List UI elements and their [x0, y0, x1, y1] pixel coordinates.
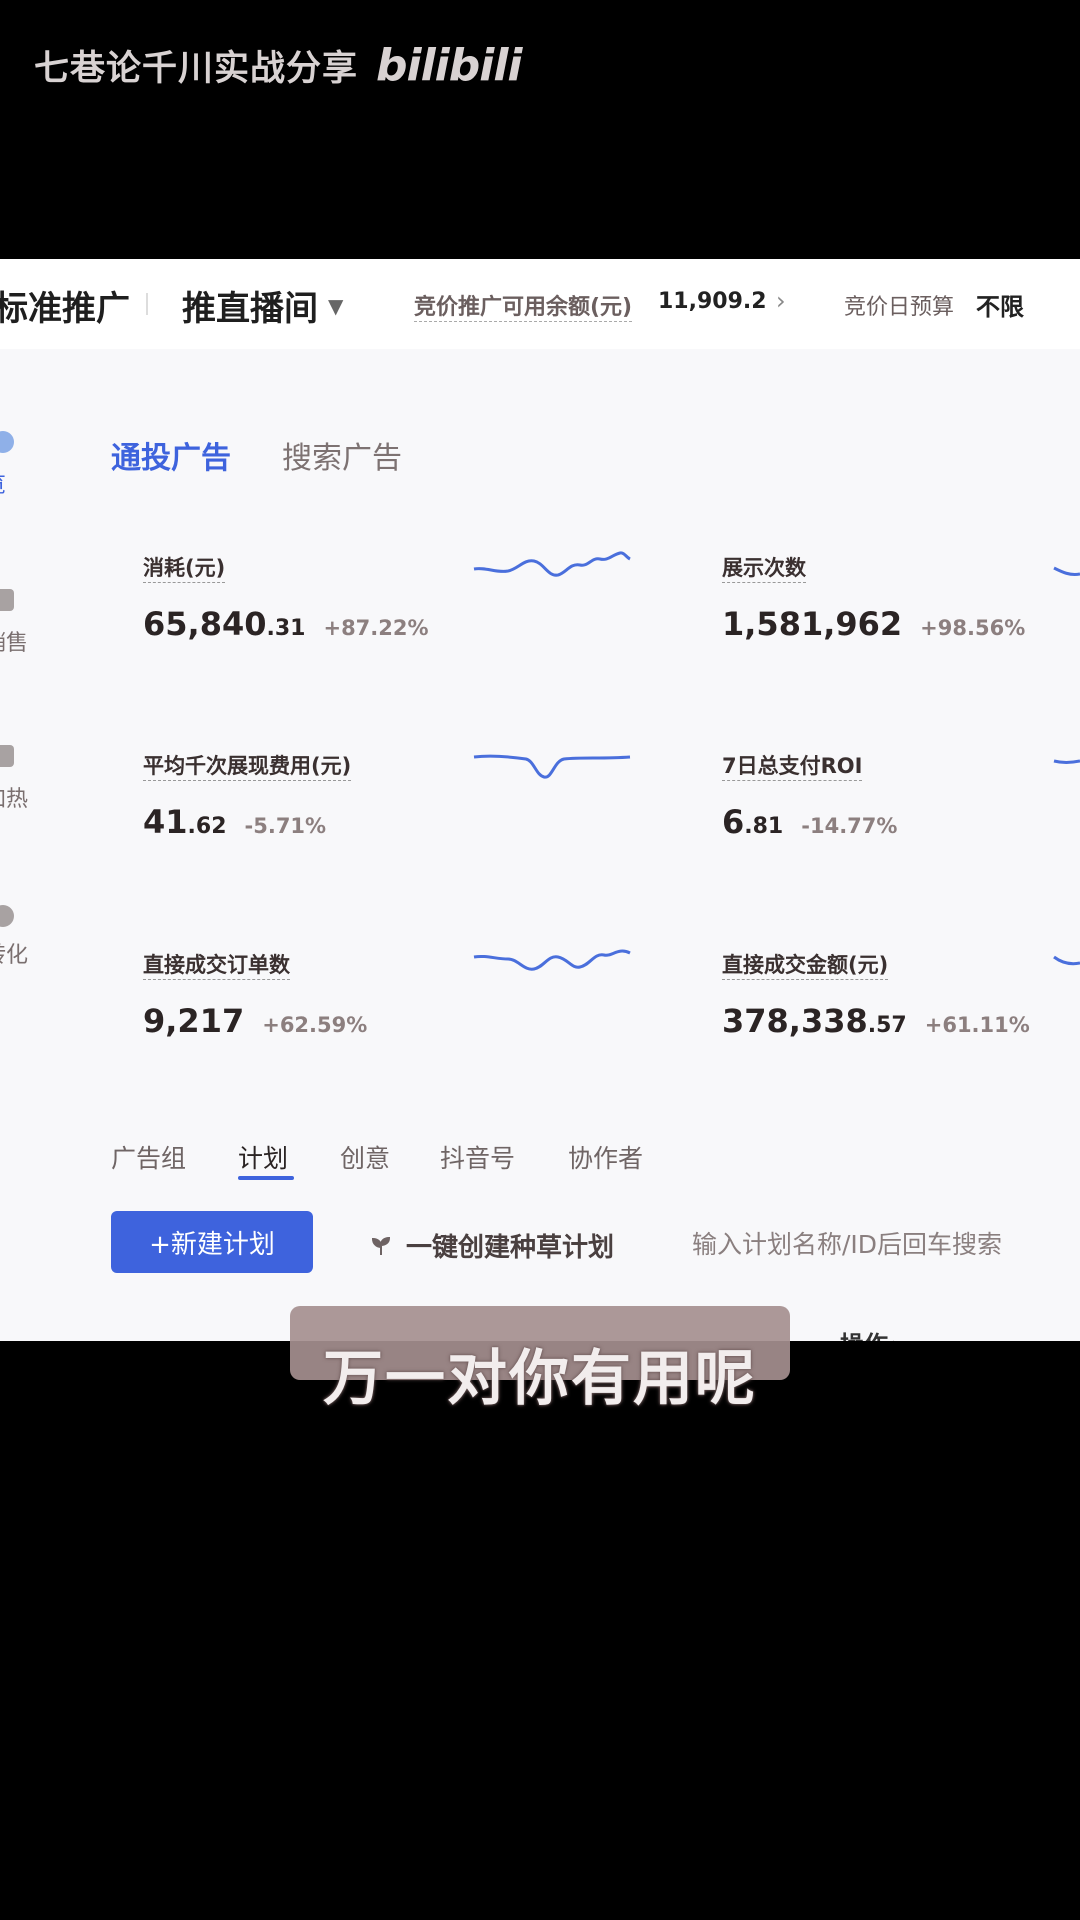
metric-change: -5.71%	[244, 814, 327, 838]
sales-icon	[0, 589, 14, 611]
metric-card[interactable]: 直接成交订单数 9,217 +62.59%	[143, 949, 367, 1040]
metric-change: +61.11%	[924, 1013, 1030, 1037]
metric-value: 1,581,962	[722, 605, 903, 643]
sidebar-item-label: 销售	[0, 631, 29, 656]
metric-label: 消耗(元)	[143, 552, 226, 583]
bilibili-logo: bilibili	[376, 40, 522, 91]
subtab-plan[interactable]: 计划	[238, 1139, 288, 1175]
overview-icon	[0, 431, 14, 453]
sparkline	[1053, 566, 1080, 576]
daily-budget-label: 竞价日预算	[844, 295, 955, 320]
metric-change: +87.22%	[323, 616, 429, 640]
sidebar-item-label: 转化	[0, 943, 29, 968]
sparkline	[1053, 955, 1080, 966]
sidebar-item-label: 览	[0, 467, 6, 499]
subtab-creative[interactable]: 创意	[340, 1139, 390, 1175]
metric-label: 平均千次展现费用(元)	[143, 750, 352, 781]
account-selector-label: 推直播间	[182, 289, 318, 329]
metric-card[interactable]: 直接成交金额(元) 378,338 .57 +61.11%	[722, 949, 1030, 1040]
sparkline	[473, 551, 631, 577]
account-selector[interactable]: 推直播间 ▼	[182, 281, 343, 330]
active-tab-indicator	[238, 1176, 294, 1180]
metric-value: 9,217	[143, 1002, 245, 1040]
tab-search-ads[interactable]: 搜索广告	[282, 433, 402, 477]
channel-watermark: 七巷论千川实战分享 bilibili	[34, 40, 523, 91]
metric-card[interactable]: 7日总支付ROI 6 .81 -14.77%	[722, 750, 897, 841]
metric-value: 41	[143, 803, 188, 841]
chevron-right-icon[interactable]: ›	[776, 287, 786, 315]
metric-change: -14.77%	[801, 814, 898, 838]
metric-value-decimal: .31	[266, 616, 306, 641]
metric-value-decimal: .62	[187, 814, 227, 839]
sprout-icon	[371, 1236, 391, 1255]
caret-down-icon: ▼	[328, 293, 344, 318]
metric-value: 6	[722, 803, 745, 841]
daily-budget-value[interactable]: 不限	[976, 287, 1024, 322]
sidebar-item-label: 加热	[0, 787, 29, 812]
topbar-divider	[146, 293, 148, 315]
conversion-icon	[0, 905, 14, 927]
create-grass-plan-button[interactable]: 一键创建种草计划	[370, 1227, 614, 1264]
subtab-collaborator[interactable]: 协作者	[568, 1139, 643, 1175]
metric-value: 65,840	[143, 605, 267, 643]
plan-search-input[interactable]	[690, 1225, 1044, 1263]
subtab-ad-group[interactable]: 广告组	[111, 1139, 186, 1175]
metric-value: 378,338	[722, 1002, 868, 1040]
metric-card[interactable]: 展示次数 1,581,962 +98.56%	[722, 552, 1025, 643]
new-plan-button[interactable]: +新建计划	[111, 1211, 313, 1273]
metric-change: +98.56%	[920, 616, 1026, 640]
product-title: 标准推广	[0, 289, 130, 329]
watermark-channel-name: 七巷论千川实战分享	[34, 49, 359, 89]
sparkline	[473, 949, 631, 971]
app-screen: 标准推广 推直播间 ▼ 竞价推广可用余额(元) 11,909.2 › 竞价日预算…	[0, 259, 1080, 1341]
sparkline	[473, 754, 631, 779]
balance-label: 竞价推广可用余额(元)	[414, 289, 633, 322]
metric-value-decimal: .81	[744, 814, 784, 839]
top-bar: 标准推广 推直播间 ▼ 竞价推广可用余额(元) 11,909.2 › 竞价日预算…	[0, 259, 1080, 349]
balance-value[interactable]: 11,909.2	[658, 289, 767, 314]
video-subtitle: 万一对你有用呢	[323, 1344, 757, 1414]
metric-label: 直接成交金额(元)	[722, 949, 889, 980]
subtab-douyin-account[interactable]: 抖音号	[440, 1139, 515, 1175]
sparkline	[1053, 759, 1080, 764]
metric-card[interactable]: 平均千次展现费用(元) 41 .62 -5.71%	[143, 750, 352, 841]
tab-general-ads[interactable]: 通投广告	[111, 433, 231, 477]
metric-label: 直接成交订单数	[143, 949, 290, 980]
boost-icon	[0, 745, 14, 767]
metric-value-decimal: .57	[867, 1013, 907, 1038]
metric-card[interactable]: 消耗(元) 65,840 .31 +87.22%	[143, 552, 429, 643]
metric-label: 展示次数	[722, 552, 806, 583]
metric-change: +62.59%	[262, 1013, 368, 1037]
create-grass-plan-label: 一键创建种草计划	[406, 1233, 615, 1263]
metric-label: 7日总支付ROI	[722, 750, 863, 781]
